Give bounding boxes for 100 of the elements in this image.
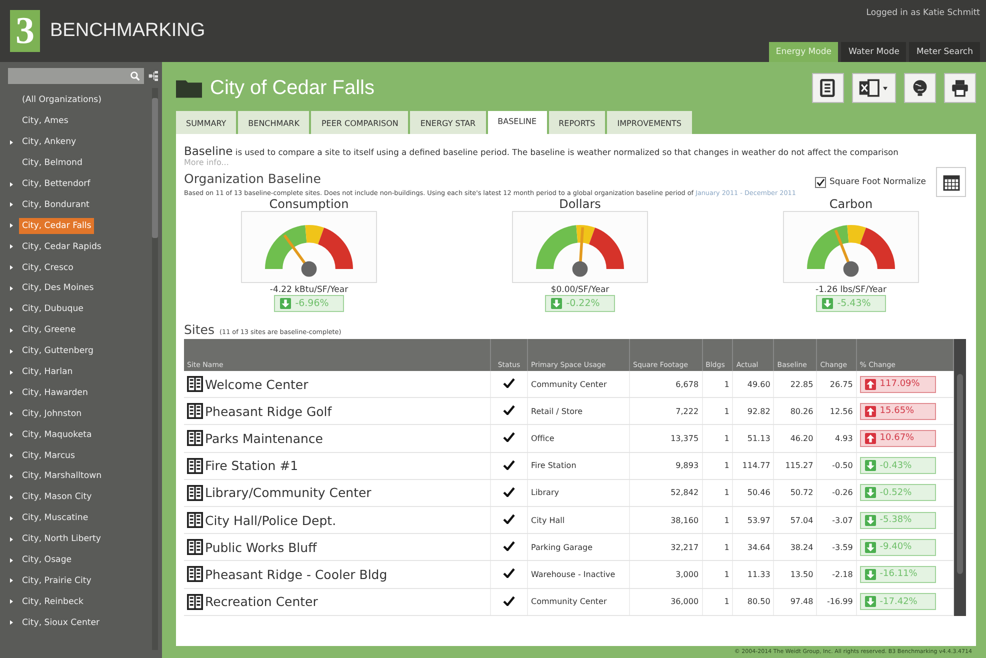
scrollbar[interactable]: [152, 88, 158, 650]
change-badge: -0.52%: [860, 484, 936, 502]
expand-arrow-icon[interactable]: [10, 599, 13, 604]
expand-arrow-icon[interactable]: [10, 140, 13, 145]
organization-item[interactable]: City, Cedar Rapids: [19, 238, 104, 255]
site-name[interactable]: Library/Community Center: [205, 485, 372, 500]
table-cell: 1: [724, 461, 730, 470]
expand-arrow-icon[interactable]: [10, 474, 13, 479]
report-icon[interactable]: [812, 73, 844, 103]
calendar-icon[interactable]: [936, 167, 966, 197]
change-badge: -5.38%: [860, 512, 936, 529]
table-cell: 1: [724, 542, 730, 552]
site-name[interactable]: Public Works Bluff: [205, 540, 317, 555]
tab[interactable]: ENERGY STAR: [410, 111, 486, 134]
table-cell: -0.26: [832, 488, 853, 498]
organization-item[interactable]: City, Ames: [19, 113, 72, 130]
expand-arrow-icon[interactable]: [10, 223, 13, 228]
organization-item[interactable]: City, Bettendorf: [19, 176, 94, 192]
organization-item[interactable]: City, Ankeny: [19, 134, 80, 150]
expand-arrow-icon[interactable]: [10, 348, 13, 354]
organization-item[interactable]: City, Marshalltown: [19, 468, 105, 484]
organization-item[interactable]: City, Mason City: [19, 489, 95, 506]
organization-item[interactable]: City, North Liberty: [19, 531, 104, 548]
organization-item[interactable]: City, Marcus: [19, 448, 78, 464]
table-cell: 26.75: [830, 380, 853, 389]
expand-arrow-icon[interactable]: [10, 432, 13, 438]
table-cell: Warehouse - Inactive: [531, 570, 616, 579]
search-field[interactable]: [8, 68, 144, 84]
organization-item[interactable]: City, Maquoketa: [19, 426, 95, 443]
table-cell: -3.07: [832, 516, 853, 525]
table-cell: 13.50: [790, 570, 814, 579]
section-title: Sites: [184, 322, 215, 337]
down-arrow-icon: [864, 487, 876, 498]
site-name[interactable]: Parks Maintenance: [205, 430, 323, 446]
organization-item[interactable]: City, Belmond: [19, 155, 86, 172]
normalize-checkbox[interactable]: Square Foot Normalize: [814, 176, 926, 188]
site-name[interactable]: Pheasant Ridge - Cooler Bldg: [205, 566, 388, 582]
expand-arrow-icon[interactable]: [10, 244, 13, 250]
organization-item[interactable]: City, Hawarden: [19, 384, 91, 401]
table-cell: 51.13: [747, 434, 770, 443]
tab[interactable]: PEER COMPARISON: [311, 111, 408, 134]
organization-item[interactable]: City, Guttenberg: [19, 343, 96, 360]
expand-arrow-icon[interactable]: [10, 620, 13, 626]
expand-arrow-icon[interactable]: [10, 370, 13, 375]
expand-arrow-icon[interactable]: [10, 265, 13, 270]
organization-item[interactable]: City, Prairie City: [19, 572, 94, 589]
expand-arrow-icon[interactable]: [10, 328, 13, 333]
site-name[interactable]: Pheasant Ridge Golf: [205, 404, 332, 419]
down-arrow-icon: [864, 596, 876, 608]
mode-tab[interactable]: Meter Search: [909, 42, 980, 62]
tab[interactable]: IMPROVEMENTS: [607, 111, 692, 134]
site-name[interactable]: Recreation Center: [205, 594, 318, 610]
organization-item[interactable]: City, Cresco: [19, 260, 76, 276]
table-cell: 22.85: [790, 380, 814, 389]
site-name[interactable]: Fire Station #1: [205, 458, 298, 474]
print-icon[interactable]: [944, 73, 976, 103]
expand-arrow-icon[interactable]: [10, 453, 13, 458]
expand-arrow-icon[interactable]: [10, 494, 13, 500]
organization-item[interactable]: City, Des Moines: [19, 280, 97, 296]
table-cell: 80.26: [790, 406, 814, 416]
hierarchy-icon[interactable]: [148, 71, 158, 81]
globe-icon[interactable]: [904, 73, 936, 103]
organization-item[interactable]: City, Osage: [19, 552, 75, 568]
scrollbar[interactable]: [954, 339, 966, 616]
change-badge: -6.96%: [274, 295, 344, 312]
table-cell: 57.04: [790, 516, 814, 525]
table-cell: 1: [724, 516, 730, 525]
table-cell: 4.93: [834, 434, 853, 443]
expand-arrow-icon[interactable]: [10, 536, 13, 542]
organization-item[interactable]: City, Reinbeck: [19, 594, 86, 610]
tab[interactable]: SUMMARY: [176, 111, 236, 134]
organization-item[interactable]: City, Cedar Falls: [19, 218, 94, 234]
tab[interactable]: BENCHMARK: [238, 111, 310, 134]
organization-item[interactable]: City, Greene: [19, 322, 79, 338]
expand-arrow-icon[interactable]: [10, 306, 13, 312]
organization-item[interactable]: City, Dubuque: [19, 301, 86, 318]
organization-item[interactable]: City, Muscatine: [19, 510, 92, 526]
user-label: Logged in as Katie Schmitt: [866, 8, 980, 18]
organization-item[interactable]: City, Bondurant: [19, 196, 92, 213]
site-name[interactable]: City Hall/Police Dept.: [205, 512, 336, 528]
organization-item[interactable]: City, Johnston: [19, 406, 85, 422]
organization-item[interactable]: (All Organizations): [19, 92, 105, 108]
change-badge: -0.22%: [545, 295, 615, 312]
expand-arrow-icon[interactable]: [10, 516, 13, 521]
tab[interactable]: REPORTS: [548, 111, 606, 134]
excel-export-icon[interactable]: [852, 73, 896, 103]
table-cell: 7,222: [676, 406, 699, 416]
expand-arrow-icon[interactable]: [10, 411, 13, 416]
site-name[interactable]: Welcome Center: [205, 376, 308, 392]
expand-arrow-icon[interactable]: [10, 390, 13, 396]
expand-arrow-icon[interactable]: [10, 578, 13, 584]
organization-item[interactable]: City, Harlan: [19, 364, 76, 380]
expand-arrow-icon[interactable]: [10, 286, 13, 291]
expand-arrow-icon[interactable]: [10, 202, 13, 208]
tab[interactable]: BASELINE: [488, 111, 547, 134]
mode-tab[interactable]: Water Mode: [841, 42, 906, 62]
table-cell: 36,000: [670, 597, 699, 606]
expand-arrow-icon[interactable]: [10, 182, 13, 186]
organization-item[interactable]: City, Sioux Center: [19, 614, 103, 631]
expand-arrow-icon[interactable]: [10, 558, 13, 563]
